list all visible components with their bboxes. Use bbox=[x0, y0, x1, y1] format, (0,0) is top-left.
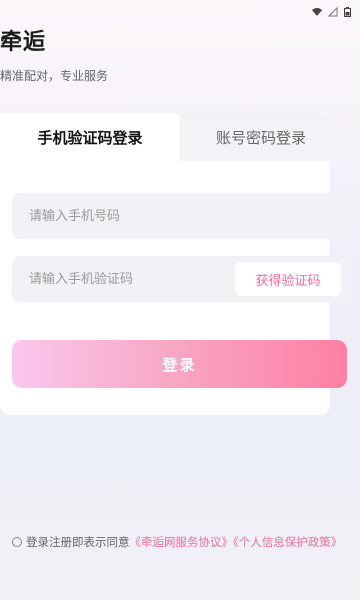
wifi-icon bbox=[312, 2, 322, 16]
tab-password-login-label: 账号密码登录 bbox=[215, 128, 306, 147]
tab-sms-login[interactable]: 手机验证码登录 bbox=[0, 113, 180, 161]
agreement-text: 登录注册即表示同意《牵逅网服务协议》《个人信息保护政策》 bbox=[12, 534, 352, 551]
phone-input[interactable] bbox=[27, 207, 211, 225]
get-code-button[interactable]: 获得验证码 bbox=[235, 262, 341, 296]
app-title: 牵逅 bbox=[0, 30, 47, 55]
tab-sms-login-label: 手机验证码登录 bbox=[37, 128, 143, 147]
code-input[interactable] bbox=[27, 270, 211, 288]
login-button[interactable]: 登录 bbox=[12, 340, 347, 388]
status-bar bbox=[0, 0, 360, 17]
battery-icon bbox=[344, 2, 354, 17]
phone-field[interactable] bbox=[12, 193, 347, 239]
login-tabs: 手机验证码登录 账号密码登录 bbox=[0, 113, 330, 161]
agree-radio[interactable] bbox=[12, 537, 22, 547]
service-agreement-link[interactable]: 《牵逅网服务协议》 bbox=[130, 535, 234, 549]
code-field[interactable]: 获得验证码 bbox=[12, 256, 347, 302]
app-subtitle: 精准配对，专业服务 bbox=[0, 69, 109, 83]
privacy-policy-link[interactable]: 《个人信息保护政策》 bbox=[233, 535, 342, 549]
tab-password-login[interactable]: 账号密码登录 bbox=[180, 113, 330, 161]
agreement-prefix: 登录注册即表示同意 bbox=[26, 535, 130, 549]
signal-icon bbox=[327, 2, 338, 17]
